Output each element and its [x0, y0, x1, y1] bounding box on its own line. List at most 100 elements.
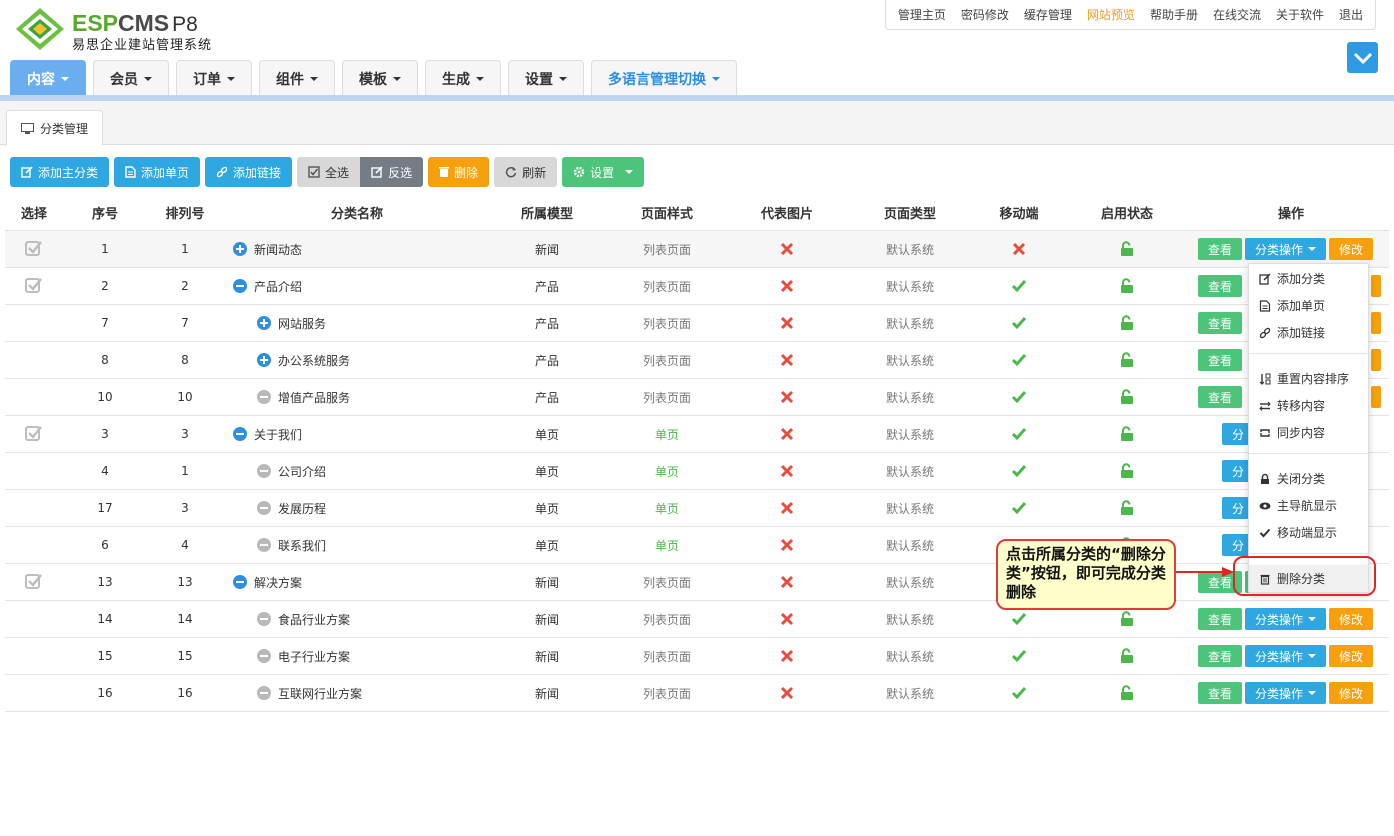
category-name[interactable]: 网站服务: [223, 315, 326, 332]
category-name[interactable]: 发展历程: [223, 500, 326, 517]
mobile-cell[interactable]: [977, 342, 1061, 378]
edit-button-partial[interactable]: [1371, 312, 1382, 334]
mobile-cell[interactable]: [977, 675, 1061, 711]
category-name[interactable]: 联系我们: [223, 537, 326, 554]
collapse-icon[interactable]: [233, 279, 247, 293]
dropdown-item[interactable]: 关闭分类: [1249, 465, 1368, 492]
mobile-cell[interactable]: [977, 379, 1061, 415]
top-link[interactable]: 密码修改: [961, 6, 1009, 23]
category-ops-button[interactable]: 分类操作: [1245, 238, 1327, 260]
category-name[interactable]: 产品介绍: [223, 278, 302, 295]
view-button[interactable]: 查看: [1198, 238, 1243, 260]
top-link[interactable]: 缓存管理: [1024, 6, 1072, 23]
view-button[interactable]: 查看: [1198, 312, 1243, 334]
mobile-cell[interactable]: [977, 638, 1061, 674]
select-cell[interactable]: [5, 231, 63, 267]
dropdown-item[interactable]: 添加单页: [1249, 292, 1368, 319]
status-cell[interactable]: [1061, 490, 1193, 526]
category-name[interactable]: 办公系统服务: [223, 352, 350, 369]
settings-dropdown-button[interactable]: 设置: [562, 157, 645, 187]
top-link[interactable]: 退出: [1339, 6, 1363, 23]
nav-tab[interactable]: 订单: [176, 60, 252, 96]
edit-button[interactable]: 修改: [1329, 682, 1374, 704]
category-name[interactable]: 食品行业方案: [223, 611, 350, 628]
refresh-button[interactable]: 刷新: [494, 157, 558, 187]
edit-button-partial[interactable]: [1371, 386, 1382, 408]
category-name[interactable]: 解决方案: [223, 574, 302, 591]
view-button[interactable]: 查看: [1198, 349, 1243, 371]
select-cell[interactable]: [5, 268, 63, 304]
nav-tab[interactable]: 多语言管理切换: [591, 60, 737, 96]
mobile-cell[interactable]: [977, 231, 1061, 267]
top-link[interactable]: 关于软件: [1276, 6, 1324, 23]
nav-tab[interactable]: 内容: [10, 60, 86, 96]
select-cell[interactable]: [5, 564, 63, 600]
edit-button-partial[interactable]: [1371, 275, 1382, 297]
status-cell[interactable]: [1061, 342, 1193, 378]
edit-button-partial[interactable]: [1371, 349, 1382, 371]
select-all-button[interactable]: 全选: [297, 157, 361, 187]
view-button[interactable]: 查看: [1198, 645, 1243, 667]
edit-button[interactable]: 修改: [1329, 645, 1374, 667]
status-cell[interactable]: [1061, 268, 1193, 304]
dropdown-item[interactable]: 移动端显示: [1249, 519, 1368, 546]
view-button[interactable]: 查看: [1198, 386, 1243, 408]
collapse-header-button[interactable]: [1347, 42, 1378, 73]
dropdown-item[interactable]: 重置内容排序: [1249, 365, 1368, 392]
mobile-cell[interactable]: [977, 453, 1061, 489]
dropdown-item[interactable]: 同步内容: [1249, 419, 1368, 446]
status-cell[interactable]: [1061, 638, 1193, 674]
select-cell[interactable]: [5, 416, 63, 452]
caret-icon: [393, 76, 401, 81]
view-button[interactable]: 查看: [1198, 682, 1243, 704]
expand-icon[interactable]: [233, 242, 247, 256]
view-button[interactable]: 查看: [1198, 608, 1243, 630]
invert-selection-button[interactable]: 反选: [360, 157, 424, 187]
status-cell[interactable]: [1061, 416, 1193, 452]
add-link-button[interactable]: 添加链接: [205, 157, 293, 187]
status-cell[interactable]: [1061, 231, 1193, 267]
dropdown-item[interactable]: 主导航显示: [1249, 492, 1368, 519]
category-ops-button[interactable]: 分类操作: [1245, 682, 1327, 704]
top-link[interactable]: 管理主页: [898, 6, 946, 23]
top-link[interactable]: 帮助手册: [1150, 6, 1198, 23]
nav-tab[interactable]: 生成: [425, 60, 501, 96]
category-name[interactable]: 电子行业方案: [223, 648, 350, 665]
add-single-page-button[interactable]: 添加单页: [114, 157, 201, 187]
mobile-cell[interactable]: [977, 490, 1061, 526]
collapse-icon[interactable]: [233, 427, 247, 441]
dropdown-item[interactable]: 添加链接: [1249, 319, 1368, 346]
expand-icon[interactable]: [257, 353, 271, 367]
nav-tab[interactable]: 会员: [93, 60, 169, 96]
edit-button[interactable]: 修改: [1329, 608, 1374, 630]
category-name[interactable]: 新闻动态: [223, 241, 302, 258]
nav-tab[interactable]: 组件: [259, 60, 335, 96]
edit-button[interactable]: 修改: [1329, 238, 1374, 260]
select-cell: [5, 379, 63, 415]
tab-category-management[interactable]: 分类管理: [6, 110, 104, 146]
status-cell[interactable]: [1061, 379, 1193, 415]
top-link[interactable]: 在线交流: [1213, 6, 1261, 23]
status-cell[interactable]: [1061, 675, 1193, 711]
nav-tab[interactable]: 模板: [342, 60, 418, 96]
mobile-cell[interactable]: [977, 305, 1061, 341]
dropdown-item[interactable]: 转移内容: [1249, 392, 1368, 419]
category-ops-button[interactable]: 分类操作: [1245, 645, 1327, 667]
mobile-cell[interactable]: [977, 268, 1061, 304]
top-link[interactable]: 网站预览: [1087, 6, 1135, 23]
delete-button[interactable]: 删除: [428, 157, 490, 187]
status-cell[interactable]: [1061, 305, 1193, 341]
view-button[interactable]: 查看: [1198, 275, 1243, 297]
nav-tab[interactable]: 设置: [508, 60, 584, 96]
collapse-icon[interactable]: [233, 575, 247, 589]
status-cell[interactable]: [1061, 453, 1193, 489]
category-name[interactable]: 增值产品服务: [223, 389, 350, 406]
category-ops-button[interactable]: 分类操作: [1245, 608, 1327, 630]
mobile-cell[interactable]: [977, 416, 1061, 452]
category-name[interactable]: 公司介绍: [223, 463, 326, 480]
category-name[interactable]: 关于我们: [223, 426, 302, 443]
dropdown-item[interactable]: 添加分类: [1249, 265, 1368, 292]
add-main-category-button[interactable]: 添加主分类: [10, 157, 110, 187]
expand-icon[interactable]: [257, 316, 271, 330]
category-name[interactable]: 互联网行业方案: [223, 685, 362, 702]
